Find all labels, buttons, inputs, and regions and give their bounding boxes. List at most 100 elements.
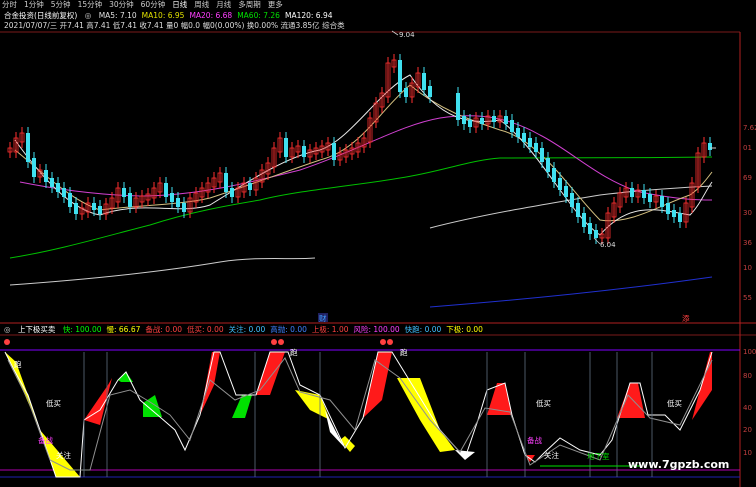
candle-body <box>50 178 54 187</box>
candle-body <box>62 188 66 197</box>
axis-label: 69 <box>743 174 752 182</box>
right-axis-main: 7.62 01 69 30 36 10 55 <box>743 124 756 302</box>
run-label-3: 跑 <box>400 348 408 357</box>
candle-body <box>284 138 288 157</box>
candle-body <box>642 190 646 198</box>
candle-body <box>546 158 550 172</box>
candle-body <box>302 146 306 157</box>
candle-body <box>128 193 132 207</box>
price-high-label: 9.04 <box>399 31 415 39</box>
risk-marker-icon <box>4 339 10 345</box>
axis-label: 36 <box>743 239 752 247</box>
right-axis-indicator: 100 80 40 20 10 <box>743 348 756 457</box>
candle-body <box>540 148 544 162</box>
price-low-label: 6.04 <box>600 241 616 249</box>
candle-body <box>248 183 252 190</box>
run-label-1: 跑 <box>14 360 22 369</box>
candle-body <box>678 213 682 222</box>
candle-body <box>594 230 598 238</box>
axis-label: 40 <box>743 404 752 412</box>
candle-body <box>224 173 228 192</box>
candle-body <box>564 186 568 197</box>
axis-label: 7.62 <box>743 124 756 132</box>
green-band-3 <box>232 395 252 418</box>
axis-label: 20 <box>743 426 752 434</box>
candle-body <box>522 133 526 142</box>
candle-body <box>182 203 186 212</box>
green-band-2 <box>143 395 162 417</box>
candle-body <box>98 206 102 214</box>
candle-body <box>648 194 652 202</box>
candle-body <box>660 196 664 207</box>
risk-marker-icon <box>387 339 393 345</box>
candle-body <box>122 188 126 197</box>
candle-body <box>332 143 336 160</box>
candle-body <box>32 158 36 177</box>
candle-body <box>422 73 426 90</box>
foot-label: 地下室 <box>587 451 610 461</box>
candle-body <box>404 88 408 97</box>
candlesticks <box>7 54 712 244</box>
candle-body <box>666 203 670 214</box>
candle-body <box>92 203 96 210</box>
candle-body <box>582 213 586 227</box>
candle-body <box>672 210 676 217</box>
candle-body <box>170 193 174 202</box>
axis-label: 80 <box>743 372 752 380</box>
red-band-2 <box>200 352 220 415</box>
candle-body <box>528 138 532 147</box>
candle-body <box>74 203 78 214</box>
candle-body <box>44 170 48 182</box>
prepare-label-2: 备战 <box>527 435 542 445</box>
axis-label: 01 <box>743 144 752 152</box>
candle-body <box>630 188 634 197</box>
candle-body <box>230 188 234 197</box>
candle-body <box>176 198 180 207</box>
candle-body <box>492 116 496 122</box>
candle-body <box>164 183 168 197</box>
candle-body <box>534 143 538 152</box>
axis-label: 100 <box>743 348 756 356</box>
risk-marker-icon <box>271 339 277 345</box>
watermark: www.7gpzb.com <box>628 458 729 471</box>
axis-label: 10 <box>743 449 752 457</box>
run-label-2: 跑 <box>290 348 298 357</box>
risk-markers <box>4 339 393 345</box>
prepare-label-1: 备战 <box>38 435 53 445</box>
candle-body <box>570 193 574 207</box>
buy-low-label-2: 低买 <box>536 398 551 408</box>
ma250-line <box>429 276 713 308</box>
axis-label: 10 <box>743 264 752 272</box>
indicator-pane: 跑 跑 跑 低买 低买 低买 备战 备战 关注 关注 地下室 <box>4 339 713 478</box>
candle-body <box>480 118 484 124</box>
risk-marker-icon <box>380 339 386 345</box>
ma120-line-a <box>9 257 316 286</box>
axis-label: 55 <box>743 294 752 302</box>
candle-body <box>558 178 562 190</box>
candle-body <box>516 128 520 137</box>
candle-body <box>456 93 460 120</box>
axis-label: 30 <box>743 209 752 217</box>
kline-chart[interactable]: 9.04 6.04 财 添 跑 跑 跑 低买 低买 低买 备战 备战 关注 关注… <box>0 0 756 487</box>
red-band-3 <box>256 352 285 395</box>
candle-body <box>468 120 472 127</box>
candle-body <box>510 120 514 132</box>
candle-body <box>576 203 580 217</box>
risk-marker-icon <box>278 339 284 345</box>
buy-low-label-3: 低买 <box>667 398 682 408</box>
candle-body <box>708 143 712 150</box>
candle-body <box>504 116 508 124</box>
candle-body <box>68 193 72 207</box>
candle-body <box>428 86 432 97</box>
candle-body <box>588 223 592 234</box>
candle-body <box>552 168 556 182</box>
candle-body <box>26 133 30 162</box>
cai-marker: 财 <box>319 313 327 323</box>
tan-marker: 添 <box>682 314 690 323</box>
watch-label-2: 关注 <box>544 450 559 460</box>
candle-body <box>462 116 466 124</box>
buy-low-label-1: 低买 <box>46 398 61 408</box>
ma5-line <box>14 74 713 236</box>
candle-body <box>56 183 60 192</box>
candle-body <box>398 60 402 92</box>
